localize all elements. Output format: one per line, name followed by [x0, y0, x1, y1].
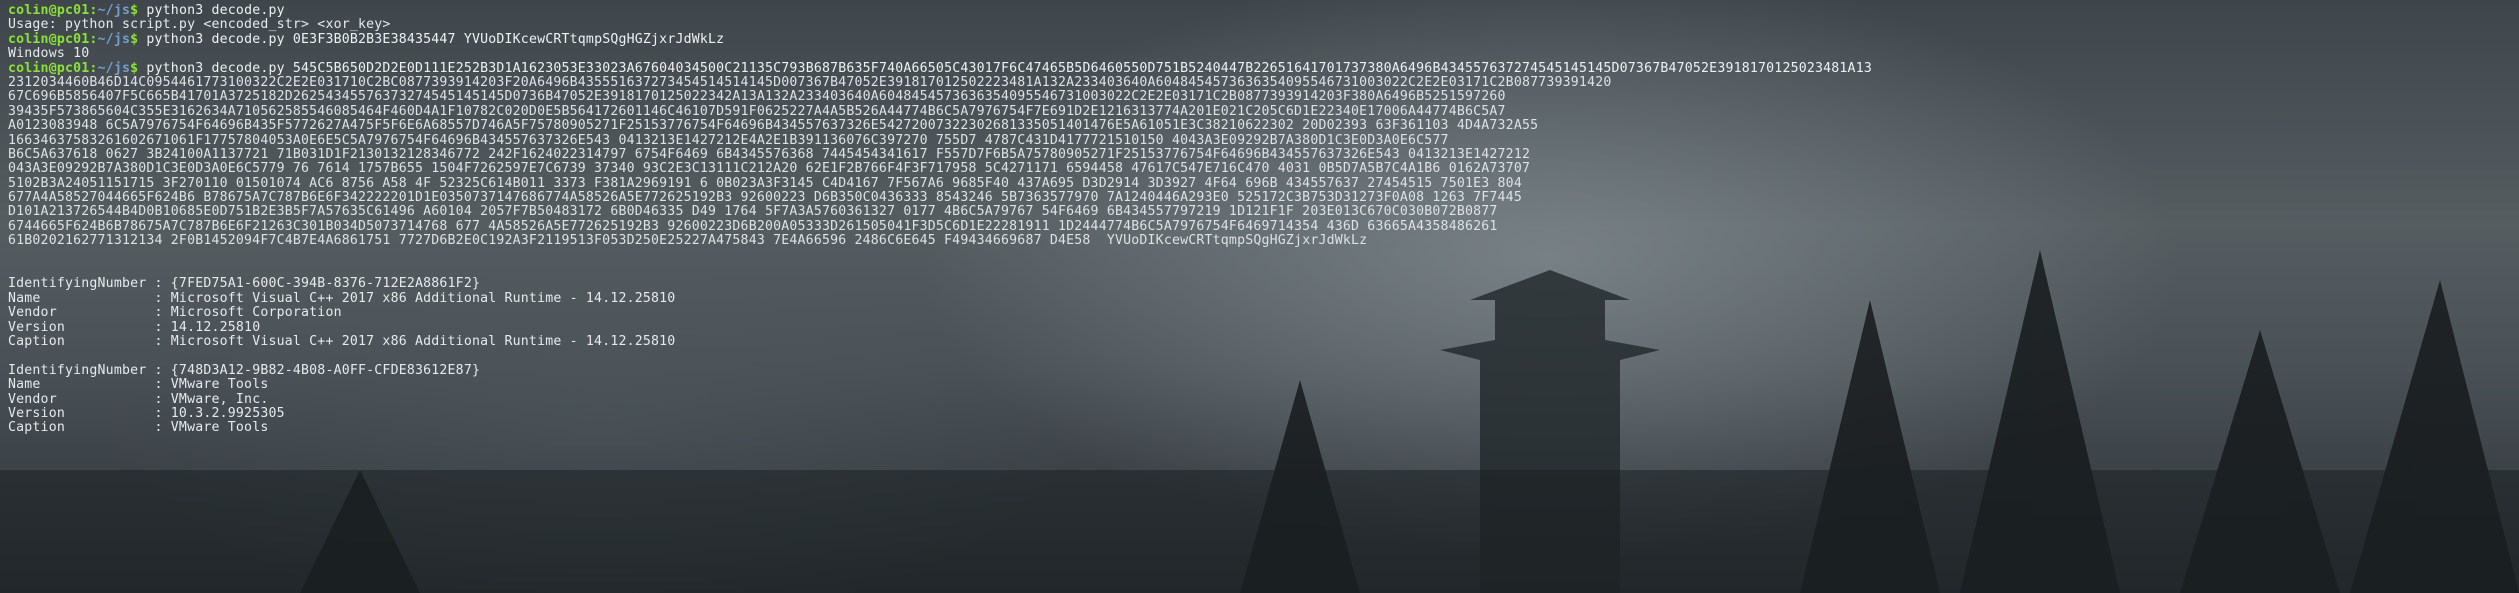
hex-string: A0123083948 6C5A7976754F64696B435F577262… [8, 118, 1539, 134]
property-separator: : [154, 319, 171, 335]
prompt-separator: : [89, 60, 98, 76]
property-separator: : [154, 333, 171, 349]
output-text: Windows 10 [8, 46, 90, 62]
command-text: python3 decode.py [146, 4, 285, 18]
prompt-path: ~/js [97, 31, 131, 47]
prompt-user: colin@pc01 [8, 31, 90, 47]
property-key: Caption [8, 420, 155, 436]
property-separator: : [154, 362, 171, 378]
property-value: Microsoft Visual C++ 2017 x86 Additional… [170, 333, 676, 349]
hex-string: 67C696B5856407F5C665B41701A3725182D26254… [8, 89, 1506, 105]
hex-line: 5102B3A24051151715 3F270110 01501074 AC6… [8, 175, 2513, 191]
property-separator: : [154, 305, 171, 321]
prompt-line: colin@pc01:~/js$ python3 decode.py 545C5… [8, 60, 2513, 76]
prompt-line: colin@pc01:~/js$ python3 decode.py 0E3F3… [8, 31, 2513, 47]
product-property: Name : VMware Tools [8, 377, 2513, 393]
property-key: Name [8, 290, 155, 306]
property-value: Microsoft Corporation [170, 305, 342, 321]
hex-string: 2312034460B46D14C0954461773100322C2E2E03… [8, 74, 1612, 90]
property-separator: : [154, 377, 171, 393]
product-property: IdentifyingNumber : {748D3A12-9B82-4B08-… [8, 362, 2513, 378]
product-property: Caption : VMware Tools [8, 421, 2513, 435]
property-separator: : [154, 391, 171, 407]
command-text: python3 decode.py 545C5B650D2D2E0D111E25… [146, 60, 1872, 76]
hex-line: A0123083948 6C5A7976754F64696B435F577262… [8, 118, 2513, 134]
product-property: Version : 14.12.25810 [8, 319, 2513, 335]
hex-string: 043A3E09292B7A380D1C3E0D3A0E6C5779 76 76… [8, 161, 1531, 177]
hex-line: 043A3E09292B7A380D1C3E0D3A0E6C5779 76 76… [8, 162, 2513, 176]
hex-string: 16634637583261602671061F17757804053A0E6E… [8, 132, 1449, 148]
property-key: Vendor [8, 391, 155, 407]
prompt-path: ~/js [97, 60, 131, 76]
hex-string: 61B0202162771312134 2F0B1452094F7C4B7E4A… [8, 233, 1091, 249]
command-text: python3 decode.py 0E3F3B0B2B3E38435447 Y… [146, 31, 725, 47]
hex-string: 677A4A58527044665F624B6 B78675A7C787B6E6… [8, 190, 1522, 206]
prompt-symbol: $ [130, 4, 147, 18]
prompt-user: colin@pc01 [8, 60, 90, 76]
property-value: VMware Tools [170, 377, 269, 393]
output-line: Usage: python script.py <encoded_str> <x… [8, 18, 2513, 32]
prompt-symbol: $ [130, 31, 147, 47]
property-key: Caption [8, 333, 155, 349]
product-property: Version : 10.3.2.9925305 [8, 405, 2513, 421]
property-value: {7FED75A1-600C-394B-8376-712E2A8861F2} [170, 276, 481, 292]
hex-string: 39435F573865604C355E3162634A710562585546… [8, 103, 1506, 119]
prompt-path: ~/js [97, 4, 131, 18]
hex-string: D101A213726544B4D0B10685E0D751B2E3B5F7A5… [8, 204, 1498, 220]
property-separator: : [154, 276, 171, 292]
property-value: Microsoft Visual C++ 2017 x86 Additional… [170, 290, 676, 306]
hex-line: 39435F573865604C355E3162634A710562585546… [8, 103, 2513, 119]
hex-line: 16634637583261602671061F17757804053A0E6E… [8, 132, 2513, 148]
prompt-separator: : [89, 31, 98, 47]
product-property: IdentifyingNumber : {7FED75A1-600C-394B-… [8, 277, 2513, 291]
property-value: {748D3A12-9B82-4B08-A0FF-CFDE83612E87} [170, 362, 481, 378]
hex-line: D101A213726544B4D0B10685E0D751B2E3B5F7A5… [8, 205, 2513, 219]
prompt-line: colin@pc01:~/js$ python3 decode.py [8, 4, 2513, 18]
property-separator: : [154, 420, 171, 436]
product-property: Vendor : Microsoft Corporation [8, 306, 2513, 320]
hex-line: B6C5A637618 0627 3B24100A1137721 71B031D… [8, 146, 2513, 162]
hex-line: 61B0202162771312134 2F0B1452094F7C4B7E4A… [8, 234, 2513, 248]
property-value: 10.3.2.9925305 [170, 405, 285, 421]
property-key: IdentifyingNumber [8, 362, 155, 378]
hex-string: B6C5A637618 0627 3B24100A1137721 71B031D… [8, 146, 1531, 162]
xor-key: YVUoDIKcewCRTtqmpSQgHGZjxrJdWkLz [1106, 233, 1368, 249]
property-value: VMware Tools [170, 420, 269, 436]
hex-string: 5102B3A24051151715 3F270110 01501074 AC6… [8, 175, 1522, 191]
property-separator: : [154, 405, 171, 421]
terminal-window[interactable]: colin@pc01:~/js$ python3 decode.py Usage:… [8, 4, 2513, 589]
property-value: 14.12.25810 [170, 319, 261, 335]
hex-line: 2312034460B46D14C0954461773100322C2E2E03… [8, 74, 2513, 90]
hex-line: 6744665F624B6B78675A7C787B6E6F21263C301B… [8, 218, 2513, 234]
output-text: Usage: python script.py <encoded_str> <x… [8, 17, 391, 33]
hex-line: 67C696B5856407F5C665B41701A3725182D26254… [8, 90, 2513, 104]
property-key: Vendor [8, 305, 155, 321]
prompt-user: colin@pc01 [8, 4, 90, 18]
product-property: Vendor : VMware, Inc. [8, 391, 2513, 407]
property-key: Name [8, 377, 155, 393]
property-key: Version [8, 405, 155, 421]
property-value: VMware, Inc. [170, 391, 269, 407]
hex-line: 677A4A58527044665F624B6 B78675A7C787B6E6… [8, 190, 2513, 206]
product-property: Name : Microsoft Visual C++ 2017 x86 Add… [8, 290, 2513, 306]
hex-string: 6744665F624B6B78675A7C787B6E6F21263C301B… [8, 218, 1498, 234]
property-key: IdentifyingNumber [8, 276, 155, 292]
prompt-symbol: $ [130, 60, 147, 76]
output-line: Windows 10 [8, 46, 2513, 62]
property-separator: : [154, 290, 171, 306]
property-key: Version [8, 319, 155, 335]
prompt-separator: : [89, 4, 98, 18]
product-property: Caption : Microsoft Visual C++ 2017 x86 … [8, 333, 2513, 349]
